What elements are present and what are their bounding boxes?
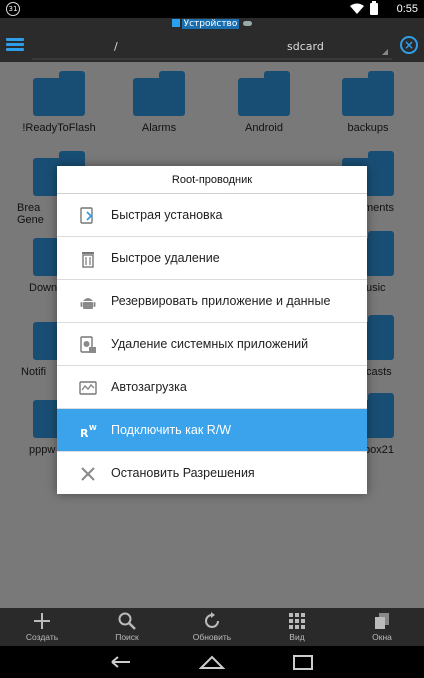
refresh-button[interactable]: Обновить (177, 608, 247, 646)
svg-text:W: W (89, 424, 97, 432)
create-button[interactable]: Создать (7, 608, 77, 646)
windows-button[interactable]: Окна (347, 608, 417, 646)
clock: 0:55 (396, 3, 418, 15)
menu-button[interactable] (4, 36, 26, 56)
wifi-icon (350, 3, 364, 14)
recents-icon[interactable] (290, 652, 316, 672)
system-nav-bar (0, 646, 424, 678)
app-header: Устройство / sdcard × (0, 18, 424, 62)
battery-icon (370, 1, 378, 15)
menu-item-quick-uninstall[interactable]: Быстрое удаление (57, 237, 367, 280)
menu-item-stop-permissions[interactable]: Остановить Разрешения (57, 452, 367, 495)
device-icon (171, 19, 180, 27)
home-icon[interactable] (199, 652, 225, 672)
search-button[interactable]: Поиск (92, 608, 162, 646)
close-window-icon[interactable]: × (400, 36, 418, 54)
menu-item-quick-install[interactable]: Быстрая установка (57, 194, 367, 237)
close-x-icon (81, 467, 95, 481)
plus-icon (34, 613, 50, 629)
system-app-remove-icon (80, 336, 96, 353)
install-icon (80, 207, 93, 224)
view-button[interactable]: Вид (262, 608, 332, 646)
windows-icon (375, 613, 389, 629)
rw-mount-icon: R W (80, 424, 97, 440)
bottom-toolbar: Создать Поиск Обновить Вид Окна (0, 608, 424, 646)
dialog-title: Root-проводник (57, 166, 367, 194)
path-segment-sdcard[interactable]: sdcard (287, 40, 324, 53)
back-icon[interactable] (108, 652, 134, 672)
menu-item-mount-rw[interactable]: R W Подключить как R/W (57, 409, 367, 452)
status-bar: 31 0:55 (0, 0, 424, 18)
refresh-icon (205, 612, 219, 628)
menu-item-autostart[interactable]: Автозагрузка (57, 366, 367, 409)
autostart-icon (79, 381, 97, 395)
root-explorer-dialog: Root-проводник Быстрая установка Быстрое… (57, 166, 367, 494)
search-icon (118, 612, 136, 630)
android-backup-icon (80, 298, 96, 309)
path-bar: / sdcard (32, 32, 392, 60)
svg-text:R: R (80, 427, 89, 440)
path-segment-root[interactable]: / (114, 40, 118, 53)
storage-tab-device[interactable]: Устройство (181, 19, 240, 29)
cloud-icon[interactable] (243, 21, 253, 26)
notification-count-icon: 31 (6, 2, 20, 16)
grid-view-icon (289, 613, 305, 629)
menu-item-backup-app[interactable]: Резервировать приложение и данные (57, 280, 367, 323)
menu-item-remove-system-apps[interactable]: Удаление системных приложений (57, 323, 367, 366)
path-dropdown-icon[interactable] (382, 49, 388, 55)
storage-tabs: Устройство (0, 18, 424, 30)
trash-icon (82, 252, 94, 268)
